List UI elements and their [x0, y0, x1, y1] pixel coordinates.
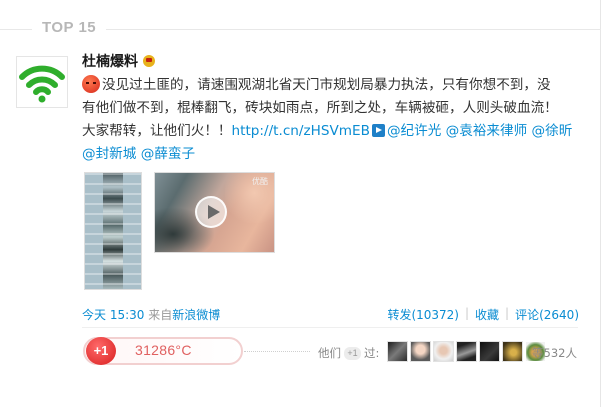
user-avatar[interactable]	[16, 56, 68, 108]
comment-button[interactable]: 评论(2640)	[515, 306, 579, 323]
wifi-icon	[19, 65, 65, 103]
dotted-connector	[244, 351, 310, 352]
mentions-line-3[interactable]: @纪许光 @袁裕来律师 @徐昕	[387, 123, 572, 139]
weibo-post-card: TOP 15 杜楠爆料 没见过土匪的，请速围观湖北省天门市规划局暴力执法，只有你…	[0, 0, 601, 407]
video-play-icon[interactable]	[371, 124, 385, 137]
favorite-button[interactable]: 收藏	[475, 306, 499, 323]
username-row: 杜楠爆料	[82, 51, 155, 71]
source-link[interactable]: 新浪微博	[172, 308, 220, 322]
video-thumbnail[interactable]: 优酷	[154, 172, 275, 253]
post-text-line-1: 没见过土匪的，请速围观湖北省天门市规划局暴力执法，只有你想不到，没	[82, 74, 582, 97]
repost-button[interactable]: 转发(10372)	[387, 306, 459, 323]
post-meta: 今天 15:30 来自新浪微博	[82, 306, 220, 323]
they-passed-label: 他们 +1 过:	[318, 346, 380, 360]
crown-icon[interactable]	[143, 55, 155, 67]
others-count[interactable]: 等532人	[532, 345, 577, 361]
post-text-line-3: 大家帮转，让他们火！！http://t.cn/zHSVmEB @纪许光 @袁裕来律…	[82, 123, 573, 139]
post-actions: 转发(10372) | 收藏 | 评论(2640)	[387, 306, 579, 323]
liker-avatar[interactable]	[410, 341, 431, 362]
short-link[interactable]: http://t.cn/zHSVmEB	[232, 123, 370, 139]
username-link[interactable]: 杜楠爆料	[82, 51, 138, 71]
liker-avatar[interactable]	[433, 341, 454, 362]
mini-plus-one-badge: +1	[344, 346, 361, 360]
play-icon[interactable]	[195, 196, 227, 228]
liker-avatars	[387, 341, 546, 362]
liker-avatar[interactable]	[387, 341, 408, 362]
post-time[interactable]: 今天 15:30	[82, 308, 144, 322]
post-text: 没见过土匪的，请速围观湖北省天门市规划局暴力执法，只有你想不到，没 有他们做不到…	[82, 74, 582, 166]
liker-avatar[interactable]	[479, 341, 500, 362]
liker-avatar[interactable]	[502, 341, 523, 362]
video-source-tag: 优酷	[252, 177, 268, 186]
post-text-line-2: 有他们做不到，棍棒翻飞，砖块如雨点，所到之处，车辆被砸，人则头破血流！	[82, 100, 558, 116]
plus-one-button[interactable]: +1	[86, 337, 116, 365]
action-separator: |	[464, 306, 470, 320]
rank-label: TOP 15	[32, 19, 107, 36]
source-prefix: 来自	[148, 308, 173, 322]
liker-avatar[interactable]	[456, 341, 477, 362]
heat-temperature: 31286°C	[135, 342, 192, 358]
image-thumbnail[interactable]	[84, 172, 142, 290]
angry-face-icon	[82, 75, 100, 93]
action-separator: |	[505, 306, 510, 320]
mentions-line-4[interactable]: @封新城 @薛蛮子	[82, 143, 582, 166]
meta-divider	[82, 327, 578, 328]
